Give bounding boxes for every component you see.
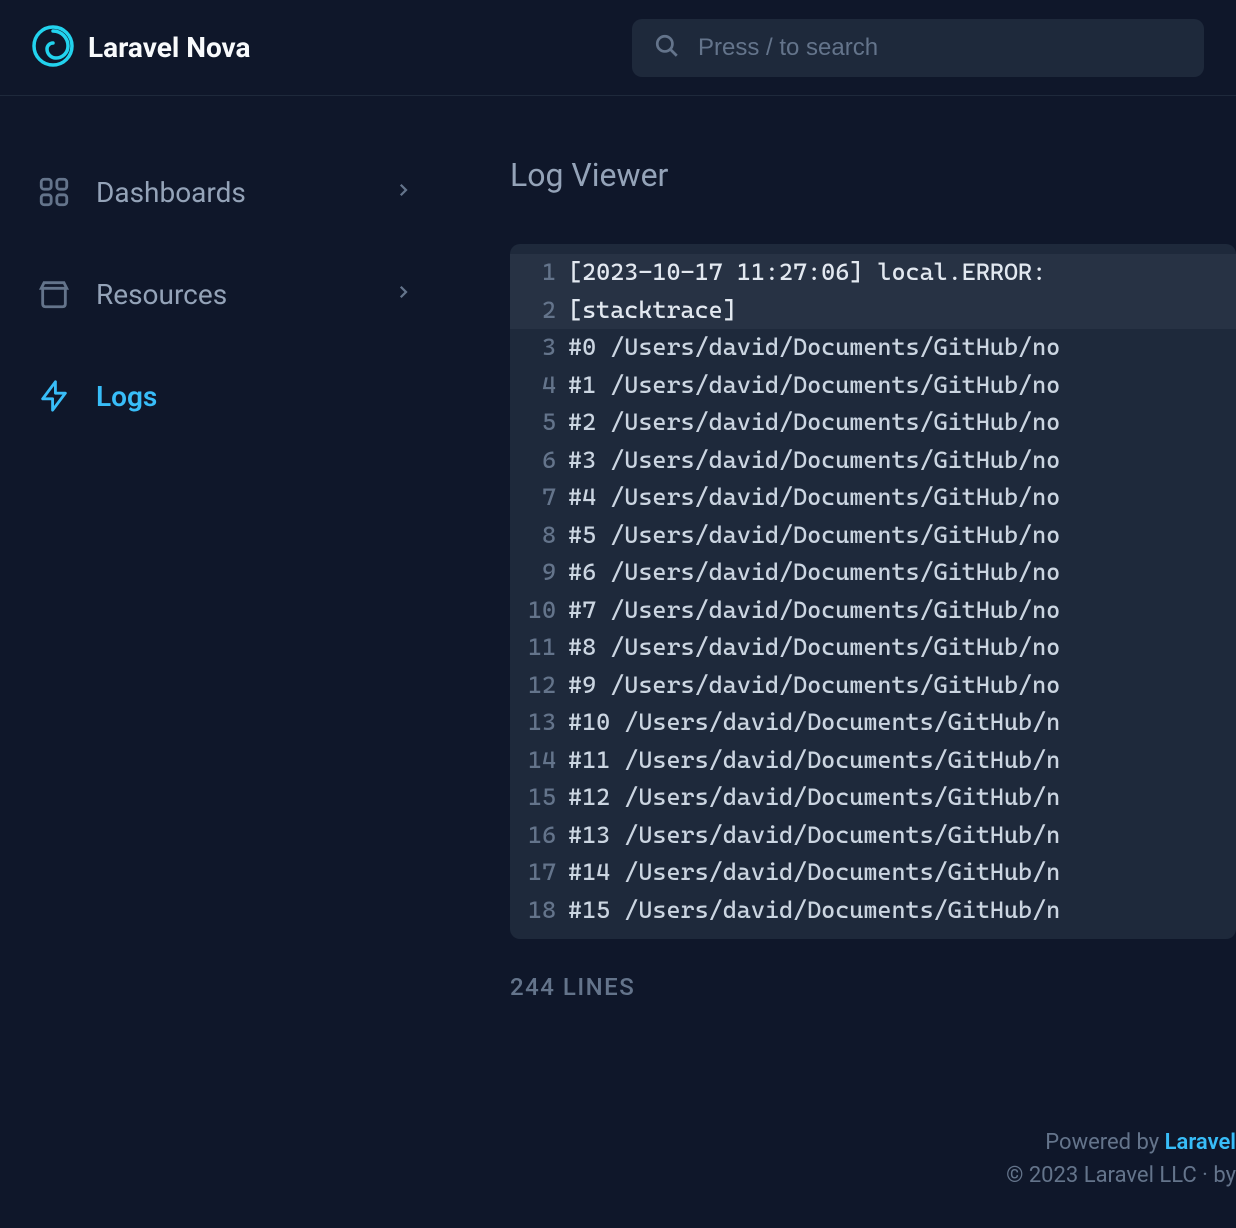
log-line: 16#13 /Users/david/Documents/GitHub/n	[510, 817, 1236, 855]
log-line: 2[stacktrace]	[510, 292, 1236, 330]
sidebar: Dashboards Resources Lo	[0, 96, 440, 1021]
line-content: #3 /Users/david/Documents/GitHub/no	[568, 442, 1060, 480]
main-container: Dashboards Resources Lo	[0, 96, 1236, 1021]
line-content: #5 /Users/david/Documents/GitHub/no	[568, 517, 1060, 555]
line-number: 16	[510, 817, 568, 855]
logo-spiral-icon	[32, 25, 74, 71]
line-content: #6 /Users/david/Documents/GitHub/no	[568, 554, 1060, 592]
line-count: 244 LINES	[510, 973, 1236, 1001]
line-number: 15	[510, 779, 568, 817]
footer-powered-by: Powered by Laravel	[1006, 1130, 1236, 1155]
line-number: 12	[510, 667, 568, 705]
line-number: 4	[510, 367, 568, 405]
search-input[interactable]	[698, 34, 1182, 62]
sidebar-item-dashboards[interactable]: Dashboards	[28, 156, 420, 228]
line-content: #15 /Users/david/Documents/GitHub/n	[568, 892, 1060, 930]
sidebar-item-label: Logs	[96, 380, 412, 413]
line-content: #4 /Users/david/Documents/GitHub/no	[568, 479, 1060, 517]
log-line: 9#6 /Users/david/Documents/GitHub/no	[510, 554, 1236, 592]
dashboards-icon	[36, 174, 72, 210]
line-number: 5	[510, 404, 568, 442]
log-line: 18#15 /Users/david/Documents/GitHub/n	[510, 892, 1236, 930]
log-panel[interactable]: 1[2023-10-17 11:27:06] local.ERROR:2[sta…	[510, 244, 1236, 939]
log-line: 5#2 /Users/david/Documents/GitHub/no	[510, 404, 1236, 442]
sidebar-item-label: Dashboards	[96, 176, 394, 209]
log-line: 10#7 /Users/david/Documents/GitHub/no	[510, 592, 1236, 630]
log-line: 3#0 /Users/david/Documents/GitHub/no	[510, 329, 1236, 367]
log-line: 13#10 /Users/david/Documents/GitHub/n	[510, 704, 1236, 742]
log-line: 17#14 /Users/david/Documents/GitHub/n	[510, 854, 1236, 892]
line-content: #9 /Users/david/Documents/GitHub/no	[568, 667, 1060, 705]
line-number: 17	[510, 854, 568, 892]
search-icon	[654, 33, 680, 63]
line-content: [2023-10-17 11:27:06] local.ERROR:	[568, 254, 1046, 292]
line-number: 11	[510, 629, 568, 667]
line-number: 13	[510, 704, 568, 742]
app-name: Laravel Nova	[88, 31, 251, 64]
line-number: 10	[510, 592, 568, 630]
header: Laravel Nova	[0, 0, 1236, 96]
line-content: #11 /Users/david/Documents/GitHub/n	[568, 742, 1060, 780]
chevron-right-icon	[394, 283, 412, 305]
log-line: 8#5 /Users/david/Documents/GitHub/no	[510, 517, 1236, 555]
footer: Powered by Laravel © 2023 Laravel LLC · …	[1006, 1130, 1236, 1188]
logs-icon	[36, 378, 72, 414]
line-content: #14 /Users/david/Documents/GitHub/n	[568, 854, 1060, 892]
log-line: 15#12 /Users/david/Documents/GitHub/n	[510, 779, 1236, 817]
line-number: 6	[510, 442, 568, 480]
line-content: #7 /Users/david/Documents/GitHub/no	[568, 592, 1060, 630]
line-content: #12 /Users/david/Documents/GitHub/n	[568, 779, 1060, 817]
log-line: 6#3 /Users/david/Documents/GitHub/no	[510, 442, 1236, 480]
page-title: Log Viewer	[510, 156, 1236, 194]
log-line: 1[2023-10-17 11:27:06] local.ERROR:	[510, 254, 1236, 292]
line-content: #8 /Users/david/Documents/GitHub/no	[568, 629, 1060, 667]
log-line: 12#9 /Users/david/Documents/GitHub/no	[510, 667, 1236, 705]
log-line: 7#4 /Users/david/Documents/GitHub/no	[510, 479, 1236, 517]
log-line: 14#11 /Users/david/Documents/GitHub/n	[510, 742, 1236, 780]
line-number: 8	[510, 517, 568, 555]
log-line: 11#8 /Users/david/Documents/GitHub/no	[510, 629, 1236, 667]
sidebar-item-resources[interactable]: Resources	[28, 258, 420, 330]
line-number: 2	[510, 292, 568, 330]
logo[interactable]: Laravel Nova	[32, 25, 251, 71]
footer-powered-by-prefix: Powered by	[1045, 1130, 1164, 1155]
line-content: #0 /Users/david/Documents/GitHub/no	[568, 329, 1060, 367]
sidebar-item-logs[interactable]: Logs	[28, 360, 420, 432]
line-content: #1 /Users/david/Documents/GitHub/no	[568, 367, 1060, 405]
line-number: 18	[510, 892, 568, 930]
footer-copyright: © 2023 Laravel LLC · by	[1006, 1163, 1236, 1188]
line-number: 9	[510, 554, 568, 592]
line-number: 3	[510, 329, 568, 367]
search-container[interactable]	[632, 19, 1204, 77]
line-content: #13 /Users/david/Documents/GitHub/n	[568, 817, 1060, 855]
content: Log Viewer 1[2023-10-17 11:27:06] local.…	[440, 96, 1236, 1021]
line-content: #2 /Users/david/Documents/GitHub/no	[568, 404, 1060, 442]
sidebar-item-label: Resources	[96, 278, 394, 311]
line-number: 7	[510, 479, 568, 517]
line-number: 14	[510, 742, 568, 780]
line-content: #10 /Users/david/Documents/GitHub/n	[568, 704, 1060, 742]
resources-icon	[36, 276, 72, 312]
log-line: 4#1 /Users/david/Documents/GitHub/no	[510, 367, 1236, 405]
chevron-right-icon	[394, 181, 412, 203]
footer-powered-by-link[interactable]: Laravel	[1165, 1130, 1236, 1155]
line-content: [stacktrace]	[568, 292, 737, 330]
line-number: 1	[510, 254, 568, 292]
